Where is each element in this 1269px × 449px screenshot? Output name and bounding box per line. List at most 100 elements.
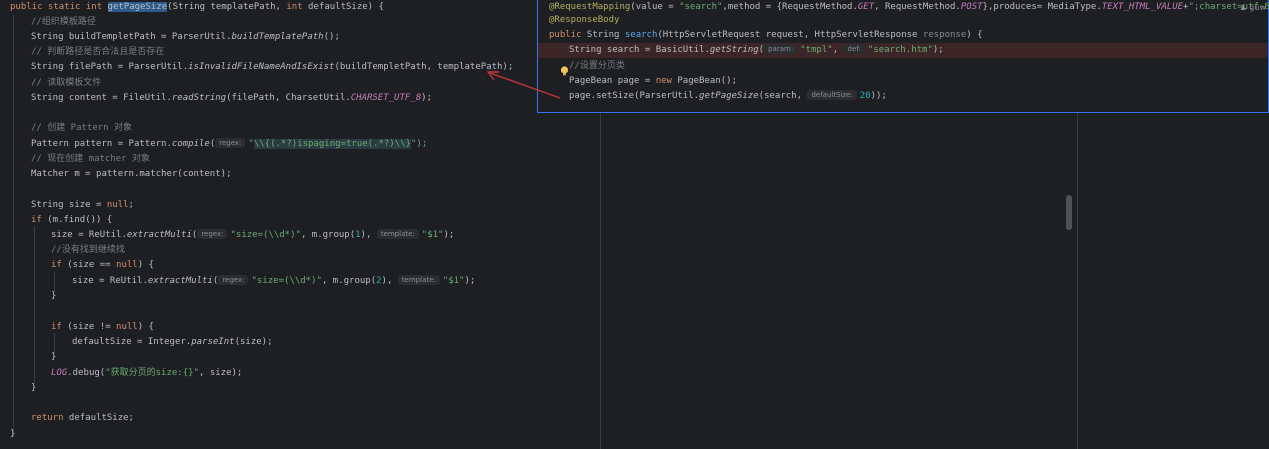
code-comment: // 现在创建 matcher 对象 — [31, 154, 151, 164]
code-token: LOG — [51, 368, 68, 378]
code-line: PageBean page = new PageBean(); — [569, 74, 737, 89]
code-token: "获取分页的size:{}" — [105, 368, 199, 378]
code-token: getPageSize — [107, 2, 168, 12]
usages-preview-popup[interactable]: @RequestMapping(value = "search",method … — [537, 0, 1269, 113]
code-token: PageBean page = — [569, 76, 656, 86]
parameter-hint: regex: — [218, 275, 249, 285]
code-token: (value = — [630, 2, 680, 12]
code-token: ; — [128, 200, 134, 210]
author-name: guw — [1249, 3, 1266, 12]
code-token: TEXT_HTML_VALUE — [1101, 2, 1184, 12]
indent-guide — [34, 226, 35, 384]
code-token: ); — [932, 45, 944, 55]
code-line: String filePath = ParserUtil.isInvalidFi… — [31, 60, 513, 75]
user-icon: ♟ — [1239, 3, 1247, 12]
code-token: return — [31, 413, 64, 423]
code-comment: //组织模板路径 — [31, 17, 96, 27]
code-token: null — [106, 200, 129, 210]
code-line: Matcher m = pattern.matcher(content); — [31, 169, 232, 179]
code-line: LOG.debug("获取分页的size:{}", size); — [51, 366, 242, 381]
code-token: , RequestMethod. — [874, 2, 961, 12]
code-line: String size = null; — [31, 198, 134, 213]
code-line: public String search(HttpServletRequest … — [549, 28, 983, 43]
code-comment: //没有找到继续找 — [51, 245, 125, 255]
code-token: "search" — [679, 2, 723, 12]
code-token: },produces= MediaType. — [982, 2, 1102, 12]
code-token: CHARSET_UTF_8 — [350, 93, 422, 103]
code-token: ) { — [966, 30, 983, 40]
code-token: Pattern pattern = Pattern. — [31, 139, 172, 149]
parameter-hint: template: — [397, 275, 440, 285]
scrollbar-thumb[interactable] — [1066, 195, 1072, 230]
code-token: (filePath, CharsetUtil. — [226, 93, 351, 103]
code-token: search — [624, 30, 658, 40]
code-token: if — [31, 215, 42, 225]
code-token: "$1" — [442, 276, 465, 286]
code-token: "size=(\\d*)" — [251, 276, 322, 286]
code-line: String search = BasicUtil.getString(para… — [569, 43, 944, 58]
code-line: } — [31, 383, 37, 393]
code-token: (m.find()) { — [41, 215, 113, 225]
code-token: ); — [443, 230, 455, 240]
code-token: "size=(\\d*)" — [230, 230, 301, 240]
code-token: if — [51, 322, 62, 332]
code-token: ); — [421, 93, 432, 103]
code-token: "search.htm" — [867, 45, 933, 55]
code-token: String filePath = ParserUtil. — [31, 62, 189, 72]
code-token: ), — [360, 230, 377, 240]
code-token: PageBean(); — [671, 76, 737, 86]
code-comment: // 判断路径是否合法且是否存在 — [31, 47, 165, 57]
code-comment: // 读取模板文件 — [31, 78, 102, 88]
lightbulb-icon[interactable] — [560, 66, 569, 76]
parameter-hint: template: — [376, 229, 419, 239]
code-line: public static int getPageSize(String tem… — [10, 0, 384, 15]
code-token: ) { — [137, 322, 154, 332]
code-token: buildTemplatePath — [231, 32, 324, 42]
code-token: \\{(.*?)ispaging=true(.*?)\\} — [253, 139, 411, 149]
code-token: (size != — [61, 322, 117, 332]
code-token: page.setSize(ParserUtil. — [569, 91, 700, 101]
code-line: Pattern pattern = Pattern.compile(regex:… — [31, 137, 427, 152]
parameter-hint: def: — [843, 44, 865, 54]
code-token: null — [116, 260, 138, 270]
code-line: if (m.find()) { — [31, 213, 112, 228]
code-token: "tmpl" — [800, 45, 833, 55]
code-token: POST — [960, 2, 983, 12]
code-token: String search = BasicUtil. — [569, 45, 710, 55]
code-token: (buildTempletPath, templatePath); — [334, 62, 514, 72]
code-token: (search, — [758, 91, 808, 101]
code-comment: // 创建 Pattern 对象 — [31, 123, 133, 133]
code-token: String buildTempletPath = ParserUtil. — [31, 32, 232, 42]
code-token: , m.group( — [300, 230, 356, 240]
code-token: getPageSize — [699, 91, 759, 101]
code-token: , m.group( — [321, 276, 377, 286]
code-token: )); — [870, 91, 887, 101]
code-token: 20 — [859, 91, 871, 101]
code-token: readString — [171, 93, 227, 103]
code-token: String content = FileUtil. — [31, 93, 172, 103]
code-token: , — [832, 45, 844, 55]
parameter-hint: regex: — [197, 229, 228, 239]
code-token: String size = — [31, 200, 107, 210]
code-token: parseInt — [191, 337, 235, 347]
code-token: ,method = {RequestMethod. — [722, 2, 858, 12]
code-token: compile — [171, 139, 210, 149]
editor-divider — [600, 113, 601, 449]
code-token: .debug( — [67, 368, 106, 378]
code-token: (); — [323, 32, 340, 42]
code-token: , size); — [198, 368, 243, 378]
code-line: @RequestMapping(value = "search",method … — [549, 0, 1269, 15]
code-token: null — [116, 322, 138, 332]
code-token: String — [581, 30, 625, 40]
code-token: ) { — [137, 260, 154, 270]
code-token: defaultSize; — [63, 413, 134, 423]
code-token: isInvalidFileNameAndIsExist — [188, 62, 335, 72]
code-token: if — [51, 260, 62, 270]
code-line: String content = FileUtil.readString(fil… — [31, 91, 432, 106]
code-line: if (size == null) { — [51, 258, 154, 273]
code-token: getString — [709, 45, 759, 55]
code-token: size = ReUtil. — [72, 276, 148, 286]
code-line: @ResponseBody — [549, 15, 620, 25]
code-token: response — [922, 30, 967, 40]
code-token: size = ReUtil. — [51, 230, 127, 240]
